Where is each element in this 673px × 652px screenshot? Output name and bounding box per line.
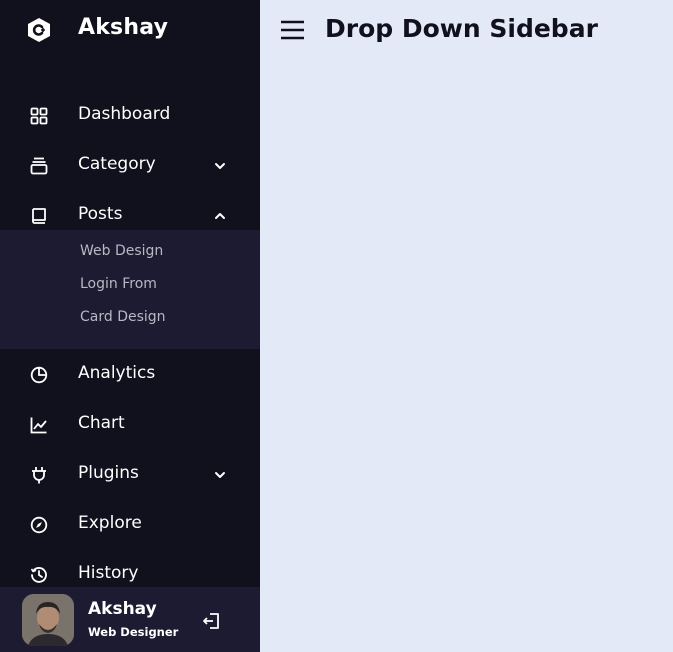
sidebar-item-explore[interactable]: Explore xyxy=(0,500,260,550)
sidebar-item-label: Plugins xyxy=(78,463,139,483)
profile-name: Akshay xyxy=(88,599,157,619)
chevron-down-icon[interactable] xyxy=(214,160,226,172)
plug-icon xyxy=(32,467,46,484)
pie-chart-icon xyxy=(30,366,48,384)
logo-icon xyxy=(28,18,50,42)
submenu-item-login-from[interactable]: Login From xyxy=(80,276,157,292)
logo-name: Akshay xyxy=(78,15,169,40)
profile-details: Akshay Web Designer xyxy=(0,587,260,652)
chevron-up-icon[interactable] xyxy=(214,210,226,222)
sidebar-item-analytics[interactable]: Analytics xyxy=(0,350,260,400)
logout-icon[interactable] xyxy=(202,611,222,631)
sidebar-item-label: Posts xyxy=(78,204,123,224)
sidebar-item-label: Analytics xyxy=(78,363,156,383)
avatar xyxy=(22,594,74,646)
menu-icon[interactable] xyxy=(280,19,306,41)
sidebar: Akshay Dashboard Category Posts Web Desi… xyxy=(0,0,260,652)
book-icon xyxy=(32,208,46,224)
posts-submenu: Web Design Login From Card Design xyxy=(0,230,260,349)
sidebar-item-label: History xyxy=(78,563,139,583)
logo-details: Akshay xyxy=(0,0,260,60)
sidebar-item-label: Category xyxy=(78,154,156,174)
sidebar-item-plugins[interactable]: Plugins xyxy=(0,450,260,500)
sidebar-item-label: Chart xyxy=(78,413,125,433)
sidebar-item-dashboard[interactable]: Dashboard xyxy=(0,91,260,141)
history-icon xyxy=(30,567,47,583)
grid-icon xyxy=(30,107,48,125)
collection-icon xyxy=(30,157,48,175)
sidebar-item-label: Explore xyxy=(78,513,142,533)
chevron-down-icon[interactable] xyxy=(214,469,226,481)
submenu-item-card-design[interactable]: Card Design xyxy=(80,309,166,325)
sidebar-item-chart[interactable]: Chart xyxy=(0,400,260,450)
avatar-image xyxy=(22,594,74,646)
home-section: Drop Down Sidebar xyxy=(260,0,673,60)
compass-icon xyxy=(30,516,48,534)
sidebar-item-label: Dashboard xyxy=(78,104,171,124)
profile-job: Web Designer xyxy=(88,625,179,639)
page-title: Drop Down Sidebar xyxy=(325,14,598,43)
submenu-item-web-design[interactable]: Web Design xyxy=(80,243,163,259)
line-chart-icon xyxy=(30,417,47,434)
sidebar-item-category[interactable]: Category xyxy=(0,141,260,191)
